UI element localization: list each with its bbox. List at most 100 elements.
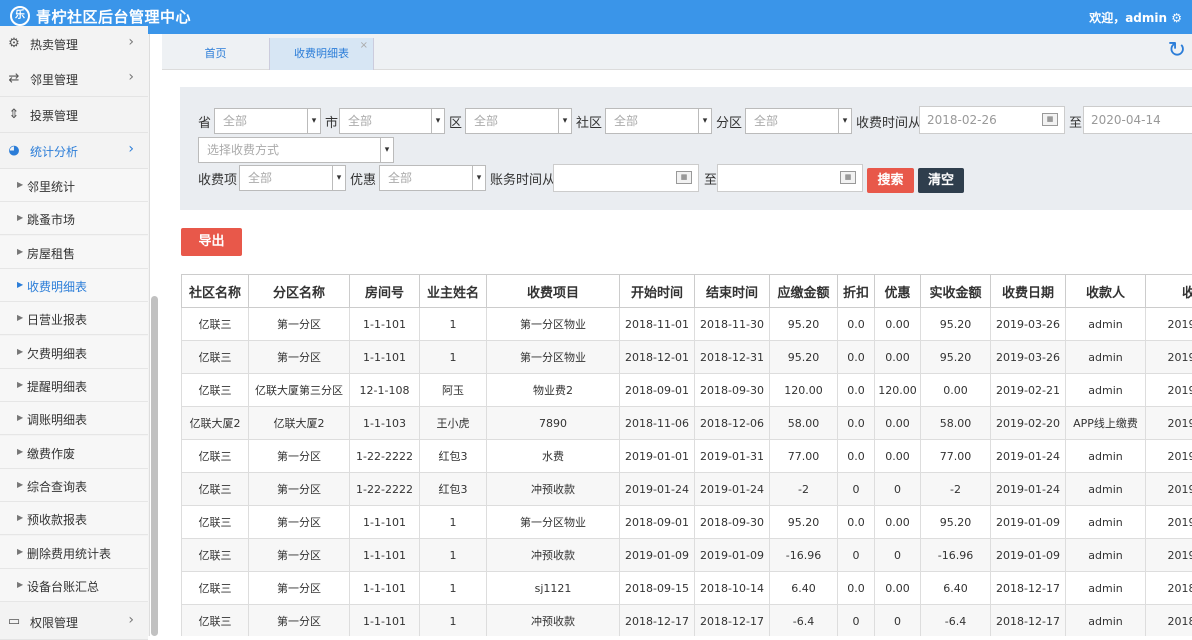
column-header: 分区名称 <box>249 275 350 308</box>
account-time-from-input[interactable]: ▦ <box>553 164 699 192</box>
dropdown-arrow-icon: ▾ <box>431 109 444 133</box>
fee-item-label: 收费项 <box>198 169 237 188</box>
subitem-flea-market[interactable]: ▶跳蚤市场 <box>0 202 148 235</box>
refresh-icon[interactable]: ↻ <box>1168 38 1186 63</box>
sidebar-item-neighbor[interactable]: ⇄ 邻里管理 › <box>0 61 148 97</box>
table-cell: 0.00 <box>875 407 921 440</box>
fee-time-from-input[interactable]: 2018-02-26▦ <box>919 106 1065 134</box>
subitem-adjustment[interactable]: ▶调账明细表 <box>0 402 148 435</box>
district-select[interactable]: 全部▾ <box>465 108 572 134</box>
subitem-arrears[interactable]: ▶欠费明细表 <box>0 336 148 369</box>
subitem-neighbor-stats[interactable]: ▶邻里统计 <box>0 169 148 202</box>
sidebar-item-vote[interactable]: ⇕ 投票管理 <box>0 97 148 133</box>
pay-method-select[interactable]: 选择收费方式▾ <box>198 137 394 163</box>
calendar-icon[interactable]: ▦ <box>1042 113 1058 126</box>
sidebar-item-statistics[interactable]: ◕ 统计分析 › <box>0 133 148 169</box>
community-label: 社区 <box>576 112 602 131</box>
search-button[interactable]: 搜索 <box>867 168 914 193</box>
table-cell: 77.00 <box>921 440 991 473</box>
table-cell: 2018-12-31 <box>695 341 770 374</box>
fee-time-from-label: 收费时间从 <box>856 112 921 131</box>
table-cell: 201901 <box>1146 506 1192 539</box>
table-cell: 2018-11-30 <box>695 308 770 341</box>
table-cell: admin <box>1066 374 1146 407</box>
table-row[interactable]: 亿联三第一分区1-22-2222红包3水费2019-01-012019-01-3… <box>182 440 1192 473</box>
subitem-query[interactable]: ▶综合查询表 <box>0 469 148 502</box>
table-cell: 2019-01-31 <box>695 440 770 473</box>
table-cell: 95.20 <box>770 308 838 341</box>
table-cell: 第一分区 <box>249 539 350 572</box>
table-cell: 2019-02-21 <box>991 374 1066 407</box>
chevron-right-icon: › <box>128 141 134 157</box>
table-cell: 2019-01-09 <box>620 539 695 572</box>
sidebar-item-permissions[interactable]: ▭ 权限管理 › <box>0 604 148 640</box>
table-cell: 1-1-101 <box>350 308 420 341</box>
to-label: 至 <box>1069 112 1082 131</box>
table-cell: 第一分区 <box>249 506 350 539</box>
clear-button[interactable]: 清空 <box>918 168 964 193</box>
table-cell: -6.4 <box>921 605 991 637</box>
table-cell: 0.0 <box>838 341 875 374</box>
user-menu[interactable]: 欢迎，admin ⚙ <box>1089 9 1182 26</box>
export-button[interactable]: 导出 <box>181 228 242 256</box>
table-row[interactable]: 亿联三第一分区1-1-1011sj11212018-09-152018-10-1… <box>182 572 1192 605</box>
table-row[interactable]: 亿联三第一分区1-1-1011第一分区物业2018-11-012018-11-3… <box>182 308 1192 341</box>
table-cell: 0 <box>838 473 875 506</box>
sidebar-item-hot-sale[interactable]: ⚙ 热卖管理 › <box>0 26 148 62</box>
subitem-prepay[interactable]: ▶预收款报表 <box>0 502 148 535</box>
discount-select[interactable]: 全部▾ <box>379 165 486 191</box>
table-cell: 1-1-101 <box>350 572 420 605</box>
column-header: 业主姓名 <box>420 275 487 308</box>
account-time-from-label: 账务时间从 <box>490 169 555 188</box>
table-row[interactable]: 亿联三亿联大厦第三分区12-1-108阿玉物业费22018-09-012018-… <box>182 374 1192 407</box>
caret-right-icon: ▶ <box>17 580 23 589</box>
tab-bar: 首页 收费明细表 × ↻ <box>162 34 1192 70</box>
subitem-void[interactable]: ▶缴费作废 <box>0 436 148 469</box>
city-select[interactable]: 全部▾ <box>339 108 445 134</box>
account-time-to-input[interactable]: ▦ <box>717 164 863 192</box>
table-row[interactable]: 亿联三第一分区1-1-1011第一分区物业2018-09-012018-09-3… <box>182 506 1192 539</box>
table-cell: 2018-10-14 <box>695 572 770 605</box>
tab-fee-detail[interactable]: 收费明细表 × <box>269 38 374 70</box>
table-row[interactable]: 亿联大厦2亿联大厦21-1-103王小虎78902018-11-062018-1… <box>182 407 1192 440</box>
close-icon[interactable]: × <box>360 30 368 62</box>
fee-item-select[interactable]: 全部▾ <box>239 165 346 191</box>
chevron-right-icon: › <box>128 69 134 85</box>
calendar-icon[interactable]: ▦ <box>676 171 692 184</box>
caret-right-icon: ▶ <box>17 313 23 322</box>
table-cell: 2019-01-09 <box>991 539 1066 572</box>
calendar-icon[interactable]: ▦ <box>840 171 856 184</box>
table-row[interactable]: 亿联三第一分区1-1-1011冲预收款2018-12-172018-12-17-… <box>182 605 1192 637</box>
table-row[interactable]: 亿联三第一分区1-22-2222红包3冲预收款2019-01-242019-01… <box>182 473 1192 506</box>
subitem-deleted-fees[interactable]: ▶删除费用统计表 <box>0 536 148 569</box>
table-cell: 95.20 <box>921 341 991 374</box>
table-cell: 2018-12-06 <box>695 407 770 440</box>
table-cell: 红包3 <box>420 440 487 473</box>
table-cell: 亿联三 <box>182 440 249 473</box>
table-cell: 第一分区 <box>249 308 350 341</box>
tab-home[interactable]: 首页 <box>162 38 269 70</box>
community-select[interactable]: 全部▾ <box>605 108 712 134</box>
province-select[interactable]: 全部▾ <box>214 108 321 134</box>
table-cell: 95.20 <box>770 341 838 374</box>
sidebar-scrollbar[interactable] <box>151 296 158 636</box>
subzone-select[interactable]: 全部▾ <box>745 108 852 134</box>
table-cell: 2018-09-01 <box>620 506 695 539</box>
fee-time-to-input[interactable]: 2020-04-14 <box>1083 106 1192 134</box>
table-cell: 王小虎 <box>420 407 487 440</box>
subitem-housing[interactable]: ▶房屋租售 <box>0 236 148 269</box>
table-cell: 2018-09-01 <box>620 374 695 407</box>
table-cell: 亿联三 <box>182 473 249 506</box>
table-cell: 亿联三 <box>182 572 249 605</box>
table-row[interactable]: 亿联三第一分区1-1-1011冲预收款2019-01-092019-01-09-… <box>182 539 1192 572</box>
table-cell: 1 <box>420 572 487 605</box>
subitem-equipment[interactable]: ▶设备台账汇总 <box>0 569 148 602</box>
subitem-fee-detail[interactable]: ▶收费明细表 <box>0 269 148 302</box>
swap-icon: ⇄ <box>6 71 22 87</box>
subzone-label: 分区 <box>716 112 742 131</box>
subitem-daily-report[interactable]: ▶日营业报表 <box>0 302 148 335</box>
dropdown-arrow-icon: ▾ <box>558 109 571 133</box>
table-row[interactable]: 亿联三第一分区1-1-1011第一分区物业2018-12-012018-12-3… <box>182 341 1192 374</box>
subitem-reminder[interactable]: ▶提醒明细表 <box>0 369 148 402</box>
table-cell: 1-1-103 <box>350 407 420 440</box>
